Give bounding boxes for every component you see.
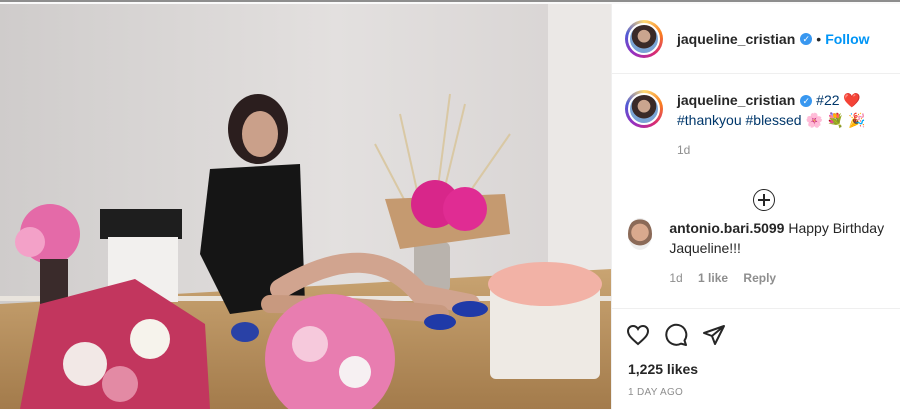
separator-dot: • [816, 30, 822, 47]
comments-list[interactable]: jaqueline_cristian ✓ #22 ❤️ #thankyou #bl… [625, 90, 890, 308]
avatar-photo [628, 93, 660, 125]
action-icons [626, 323, 726, 347]
comment-text: antonio.bari.5099 Happy Birthday Jaqueli… [669, 218, 890, 288]
avatar-photo [628, 22, 660, 55]
heart-icon[interactable] [626, 323, 650, 347]
post-date[interactable]: 1 DAY AGO [628, 387, 683, 398]
reply-button[interactable]: Reply [743, 271, 776, 285]
instagram-post: jaqueline_cristian ✓ • Follow jaqueline_… [0, 0, 900, 410]
hashtag-22[interactable]: #22 [816, 92, 839, 108]
caption-username[interactable]: jaqueline_cristian [677, 92, 795, 108]
comment-icon[interactable] [664, 323, 688, 347]
share-icon[interactable] [702, 323, 726, 347]
heart-emoji: ❤️ [843, 92, 861, 108]
verified-badge-icon: ✓ [800, 95, 813, 107]
likes-count[interactable]: 1,225 likes [628, 361, 698, 377]
load-more-icon[interactable] [753, 189, 775, 211]
photo-scene [0, 4, 611, 409]
post-side-panel: jaqueline_cristian ✓ • Follow jaqueline_… [611, 4, 900, 410]
author-username[interactable]: jaqueline_cristian [677, 31, 795, 47]
verified-badge-icon: ✓ [800, 32, 813, 45]
comment-likes[interactable]: 1 like [698, 271, 728, 285]
commenter-username[interactable]: antonio.bari.5099 [669, 220, 784, 236]
post-actions: 1,225 likes 1 DAY AGO [612, 308, 900, 410]
post-header: jaqueline_cristian ✓ • Follow [612, 4, 900, 74]
caption-time: 1d [677, 140, 866, 160]
caption-avatar[interactable] [625, 90, 663, 128]
caption-time-label[interactable]: 1d [677, 143, 690, 157]
comment-row: antonio.bari.5099 Happy Birthday Jaqueli… [625, 218, 890, 288]
hashtags[interactable]: #thankyou #blessed [677, 112, 802, 128]
follow-button[interactable]: Follow [825, 31, 869, 47]
caption-text: jaqueline_cristian ✓ #22 ❤️ #thankyou #bl… [677, 90, 866, 160]
caption-row: jaqueline_cristian ✓ #22 ❤️ #thankyou #bl… [625, 90, 890, 160]
post-photo[interactable] [0, 4, 611, 409]
comment-time[interactable]: 1d [669, 271, 682, 285]
commenter-avatar[interactable] [628, 218, 653, 250]
flower-emojis: 🌸 💐 🎉 [805, 112, 866, 128]
comment-meta: 1d 1 like Reply [669, 268, 890, 288]
author-avatar[interactable] [625, 19, 663, 58]
